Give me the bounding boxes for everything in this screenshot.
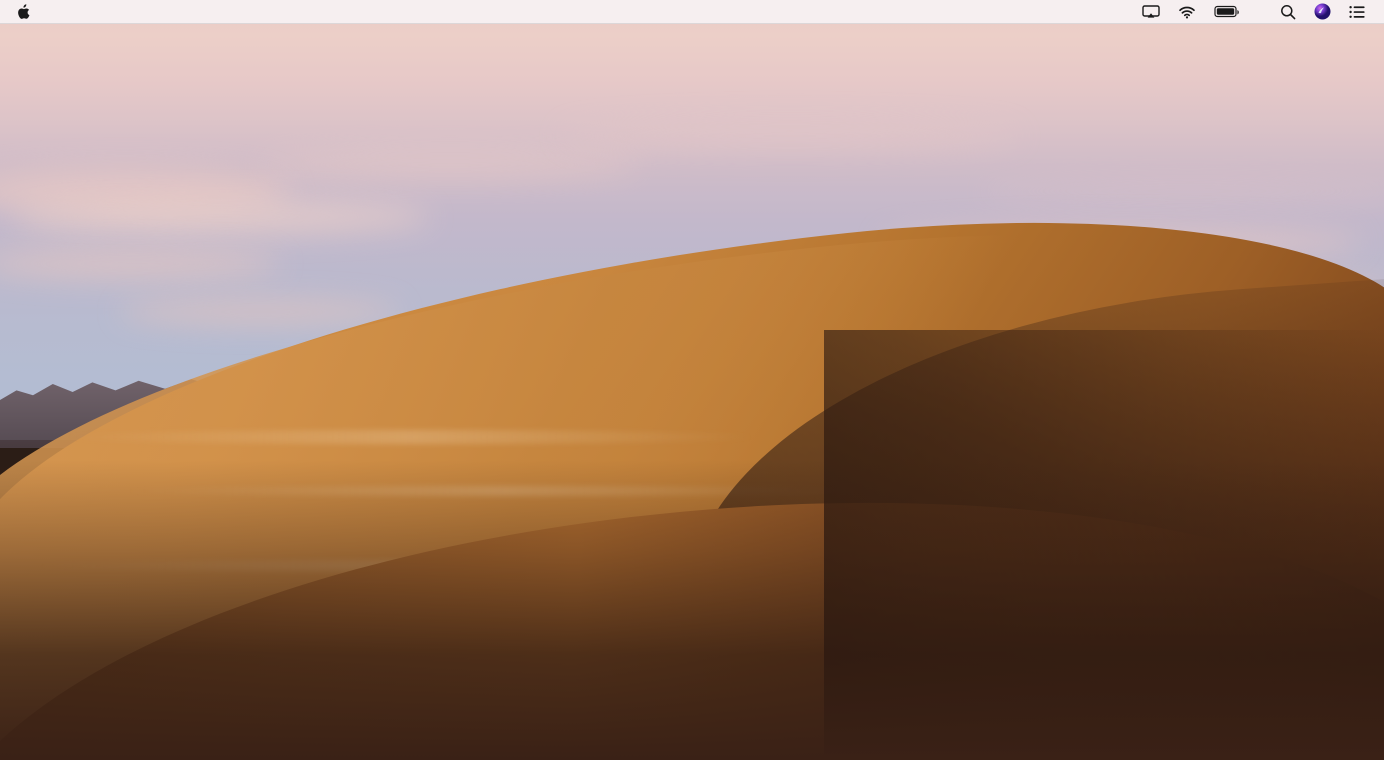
menu-item-help[interactable] [180, 0, 202, 23]
desktop[interactable] [0, 0, 1384, 760]
menu-bar[interactable] [0, 0, 1384, 24]
menu-item-edit[interactable] [92, 0, 114, 23]
menu-bar-status [1133, 0, 1384, 23]
menu-item-view[interactable] [114, 0, 136, 23]
menu-item-window[interactable] [158, 0, 180, 23]
airplay-icon[interactable] [1133, 0, 1169, 23]
battery-icon[interactable] [1205, 0, 1249, 23]
menu-item-finder[interactable] [44, 0, 70, 23]
menu-item-go[interactable] [136, 0, 158, 23]
cloud [980, 180, 1384, 202]
cloud [10, 200, 430, 234]
search-icon[interactable] [1271, 0, 1305, 23]
menu-item-file[interactable] [70, 0, 92, 23]
control-center-icon[interactable] [1340, 0, 1374, 23]
cloud [560, 120, 1020, 152]
cloud [120, 300, 400, 324]
wallpaper-shade-bottom [0, 460, 1384, 760]
menu-bar-left [0, 0, 202, 23]
dune-ridge [60, 430, 760, 444]
apple-menu[interactable] [0, 0, 44, 23]
wifi-icon[interactable] [1169, 0, 1205, 23]
menu-bar-clock[interactable] [1249, 0, 1271, 23]
siri-icon[interactable] [1305, 0, 1340, 23]
cloud [260, 150, 640, 180]
